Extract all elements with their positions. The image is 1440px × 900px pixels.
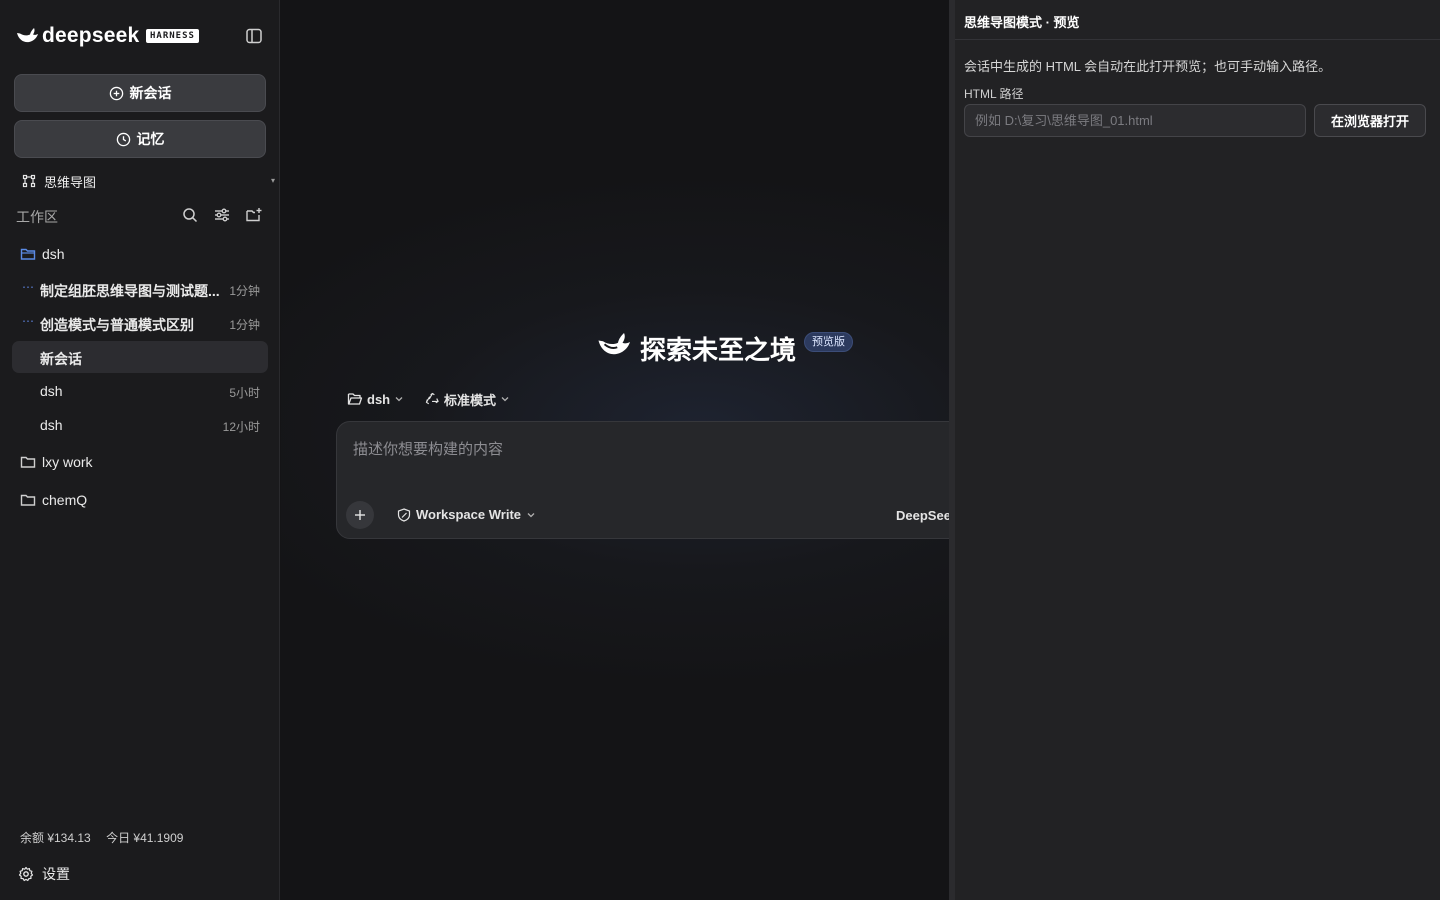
gear-icon xyxy=(18,866,34,882)
brand-name: deepseek xyxy=(42,24,140,47)
folder-open-icon xyxy=(20,248,36,260)
chevron-down-icon xyxy=(395,397,403,402)
clock-icon xyxy=(116,132,130,146)
chat-item[interactable]: dsh 5小时 xyxy=(12,375,268,407)
mindmap-icon xyxy=(22,174,36,188)
folder-label: lxy work xyxy=(42,454,93,470)
mode-chip-label: 标准模式 xyxy=(444,392,497,408)
chat-item[interactable]: ⋯ 创造模式与普通模式区别 1分钟 xyxy=(12,307,268,339)
settings-label: 设置 xyxy=(42,866,70,882)
new-chat-label: 新会话 xyxy=(129,85,172,101)
plus-icon xyxy=(355,510,365,520)
brand-logo: deepseek HARNESS xyxy=(16,24,266,50)
memory-label: 记忆 xyxy=(136,131,165,147)
preview-description: 会话中生成的 HTML 会自动在此打开预览；也可手动输入路径。 xyxy=(964,59,1332,74)
chat-time: 12小时 xyxy=(222,420,260,434)
whale-logo-icon xyxy=(598,333,630,355)
attach-button[interactable] xyxy=(346,501,374,529)
workspace-folder-lxy-work[interactable]: lxy work xyxy=(12,446,268,478)
chat-time: 5小时 xyxy=(229,386,260,400)
balance-info: 余额 ¥134.13 今日 ¥41.1909 xyxy=(20,829,195,846)
search-icon[interactable] xyxy=(181,206,199,224)
folder-icon xyxy=(20,456,36,468)
chat-title: dsh xyxy=(40,383,63,399)
main-area: 探索未至之境 预览版 dsh 标准模式 描述你想要构建的内容 Workspace… xyxy=(281,0,949,900)
mode-label: 思维导图 xyxy=(44,174,97,190)
composer: Workspace Write DeepSeek xyxy=(336,421,949,539)
open-in-browser-button[interactable]: 在浏览器打开 xyxy=(1314,104,1426,137)
chat-item-active[interactable]: 新会话 xyxy=(12,341,268,373)
preview-header: 思维导图模式 · 预览 xyxy=(955,0,1440,40)
mode-chip[interactable]: 标准模式 xyxy=(425,390,510,408)
preview-title: 思维导图模式 · 预览 xyxy=(964,15,1080,30)
plus-circle-icon xyxy=(109,86,123,100)
memory-button[interactable]: 记忆 xyxy=(14,120,266,158)
hero-title: 探索未至之境 xyxy=(640,335,797,365)
balance-value: 余额 ¥134.13 xyxy=(20,831,91,845)
new-chat-button[interactable]: 新会话 xyxy=(14,74,266,112)
preview-panel: 思维导图模式 · 预览 会话中生成的 HTML 会自动在此打开预览；也可手动输入… xyxy=(955,0,1440,900)
workspace-chip-label: dsh xyxy=(367,391,391,407)
sidebar-toggle-icon[interactable] xyxy=(245,27,263,45)
chat-title: 制定组胚思维导图与测试题... xyxy=(40,283,220,299)
chat-title: 新会话 xyxy=(40,351,82,367)
filter-sliders-icon[interactable] xyxy=(213,206,231,224)
permission-label: Workspace Write xyxy=(416,507,522,522)
today-spend-value: 今日 ¥41.1909 xyxy=(106,831,184,845)
chevron-down-icon xyxy=(501,397,509,402)
mode-selector[interactable]: 思维导图 ▾ xyxy=(22,172,278,190)
chat-item[interactable]: ⋯ 制定组胚思维导图与测试题... 1分钟 xyxy=(12,273,268,305)
running-dots-icon: ⋯ xyxy=(22,280,34,294)
folder-label: chemQ xyxy=(42,492,88,508)
workspace-folder-dsh[interactable]: dsh xyxy=(12,238,268,270)
html-path-label: HTML 路径 xyxy=(964,87,1024,101)
folder-icon xyxy=(20,494,36,506)
new-folder-icon[interactable] xyxy=(245,206,263,224)
sidebar: deepseek HARNESS 新会话 记忆 思维导图 ▾ 工作区 dsh ⋯… xyxy=(0,0,280,900)
permission-selector[interactable]: Workspace Write xyxy=(397,507,536,522)
recycle-icon xyxy=(425,392,439,404)
brand-badge: HARNESS xyxy=(146,29,199,43)
workspace-folder-chemq[interactable]: chemQ xyxy=(12,484,268,516)
workspace-title: 工作区 xyxy=(16,209,58,225)
workspace-chip[interactable]: dsh xyxy=(347,390,404,408)
chat-time: 1分钟 xyxy=(229,318,260,332)
folder-open-icon xyxy=(347,393,363,405)
settings-button[interactable]: 设置 xyxy=(18,864,70,884)
html-path-input[interactable] xyxy=(964,104,1306,137)
chevron-down-icon xyxy=(527,512,535,517)
caret-down-icon: ▾ xyxy=(270,176,275,185)
model-selector[interactable]: DeepSeek xyxy=(896,508,949,523)
chat-title: dsh xyxy=(40,417,63,433)
shield-edit-icon xyxy=(397,507,411,522)
whale-logo-icon xyxy=(17,28,38,43)
prompt-input[interactable] xyxy=(353,438,933,460)
folder-label: dsh xyxy=(42,246,65,262)
chat-time: 1分钟 xyxy=(229,284,260,298)
chat-item[interactable]: dsh 12小时 xyxy=(12,409,268,441)
chat-title: 创造模式与普通模式区别 xyxy=(40,317,194,333)
running-dots-icon: ⋯ xyxy=(22,314,34,328)
preview-badge: 预览版 xyxy=(804,332,853,352)
workspace-header: 工作区 xyxy=(16,206,266,225)
